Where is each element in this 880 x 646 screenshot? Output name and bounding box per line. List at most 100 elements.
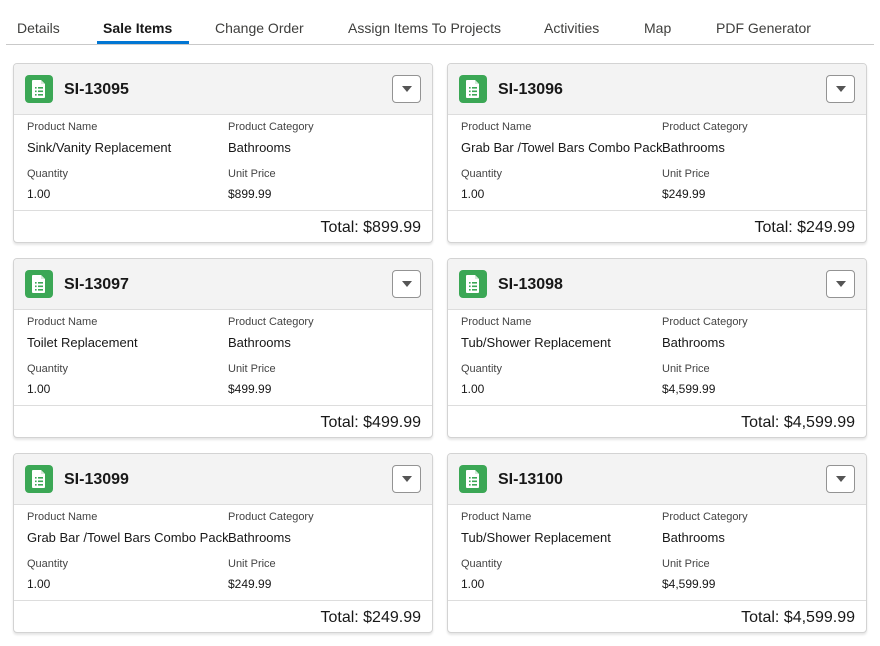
product-name-value: Sink/Vanity Replacement [27,140,172,155]
card-header: SI-13098 [448,259,866,310]
sale-item-card: SI-13098 Product Name Tub/Shower Replace… [447,258,867,438]
product-name-value: Grab Bar /Towel Bars Combo Pack [461,140,663,155]
card-header: SI-13097 [14,259,432,310]
unit-price-value: $4,599.99 [662,382,716,396]
chevron-down-icon [835,281,846,287]
sale-item-card: SI-13099 Product Name Grab Bar /Towel Ba… [13,453,433,633]
quantity-label: Quantity [461,363,502,375]
product-category-value: Bathrooms [662,335,725,350]
tab-change-order[interactable]: Change Order [215,20,304,36]
card-menu-button[interactable] [826,465,855,493]
sale-item-id[interactable]: SI-13095 [64,81,129,99]
chevron-down-icon [835,86,846,92]
quantity-label: Quantity [461,558,502,570]
product-name-value: Toilet Replacement [27,335,138,350]
card-footer: Total: $249.99 [14,600,432,632]
quantity-label: Quantity [461,168,502,180]
document-list-icon [459,75,487,103]
document-list-icon [459,465,487,493]
product-category-value: Bathrooms [662,140,725,155]
tab-pdf-generator[interactable]: PDF Generator [716,20,811,36]
unit-price-label: Unit Price [662,558,710,570]
card-menu-button[interactable] [826,270,855,298]
tab-details[interactable]: Details [17,20,60,36]
tab-bar: Details Sale Items Change Order Assign I… [6,0,874,45]
product-name-value: Tub/Shower Replacement [461,335,611,350]
document-list-icon [25,270,53,298]
document-list-icon [25,75,53,103]
quantity-label: Quantity [27,558,68,570]
tab-sale-items[interactable]: Sale Items [103,20,172,36]
total-value: Total: $249.99 [754,219,855,236]
product-category-value: Bathrooms [228,530,291,545]
card-footer: Total: $249.99 [448,210,866,242]
sale-item-id[interactable]: SI-13096 [498,81,563,99]
card-header: SI-13100 [448,454,866,505]
product-category-label: Product Category [228,511,314,523]
unit-price-label: Unit Price [228,363,276,375]
quantity-value: 1.00 [461,187,485,201]
product-name-label: Product Name [461,121,532,133]
card-footer: Total: $4,599.99 [448,405,866,437]
card-footer: Total: $4,599.99 [448,600,866,632]
quantity-label: Quantity [27,363,68,375]
product-name-label: Product Name [27,316,98,328]
product-category-label: Product Category [662,121,748,133]
unit-price-value: $249.99 [228,577,272,591]
quantity-value: 1.00 [27,187,51,201]
sale-item-card: SI-13095 Product Name Sink/Vanity Replac… [13,63,433,243]
card-menu-button[interactable] [392,465,421,493]
chevron-down-icon [835,476,846,482]
unit-price-value: $499.99 [228,382,272,396]
product-name-value: Tub/Shower Replacement [461,530,611,545]
total-value: Total: $899.99 [320,219,421,236]
total-value: Total: $4,599.99 [741,414,855,431]
sale-item-id[interactable]: SI-13100 [498,471,563,489]
card-footer: Total: $499.99 [14,405,432,437]
sale-item-id[interactable]: SI-13098 [498,276,563,294]
chevron-down-icon [401,476,412,482]
card-header: SI-13096 [448,64,866,115]
card-header: SI-13095 [14,64,432,115]
product-category-label: Product Category [228,316,314,328]
product-name-label: Product Name [461,511,532,523]
card-menu-button[interactable] [826,75,855,103]
product-category-value: Bathrooms [662,530,725,545]
quantity-label: Quantity [27,168,68,180]
unit-price-label: Unit Price [662,168,710,180]
card-footer: Total: $899.99 [14,210,432,242]
unit-price-value: $4,599.99 [662,577,716,591]
total-value: Total: $249.99 [320,609,421,626]
product-name-label: Product Name [27,121,98,133]
unit-price-label: Unit Price [662,363,710,375]
card-menu-button[interactable] [392,270,421,298]
document-list-icon [459,270,487,298]
unit-price-label: Unit Price [228,168,276,180]
product-name-label: Product Name [461,316,532,328]
sale-item-card: SI-13097 Product Name Toilet Replacement… [13,258,433,438]
card-header: SI-13099 [14,454,432,505]
unit-price-label: Unit Price [228,558,276,570]
product-category-label: Product Category [228,121,314,133]
product-name-label: Product Name [27,511,98,523]
product-category-label: Product Category [662,316,748,328]
quantity-value: 1.00 [461,577,485,591]
sale-item-id[interactable]: SI-13097 [64,276,129,294]
tab-activities[interactable]: Activities [544,20,599,36]
quantity-value: 1.00 [461,382,485,396]
card-menu-button[interactable] [392,75,421,103]
tab-map[interactable]: Map [644,20,671,36]
product-name-value: Grab Bar /Towel Bars Combo Pack [27,530,229,545]
sale-item-card: SI-13100 Product Name Tub/Shower Replace… [447,453,867,633]
quantity-value: 1.00 [27,577,51,591]
product-category-value: Bathrooms [228,140,291,155]
total-value: Total: $499.99 [320,414,421,431]
tab-assign-items-to-projects[interactable]: Assign Items To Projects [348,20,501,36]
sale-item-id[interactable]: SI-13099 [64,471,129,489]
chevron-down-icon [401,281,412,287]
product-category-label: Product Category [662,511,748,523]
unit-price-value: $249.99 [662,187,706,201]
total-value: Total: $4,599.99 [741,609,855,626]
chevron-down-icon [401,86,412,92]
sale-item-card: SI-13096 Product Name Grab Bar /Towel Ba… [447,63,867,243]
